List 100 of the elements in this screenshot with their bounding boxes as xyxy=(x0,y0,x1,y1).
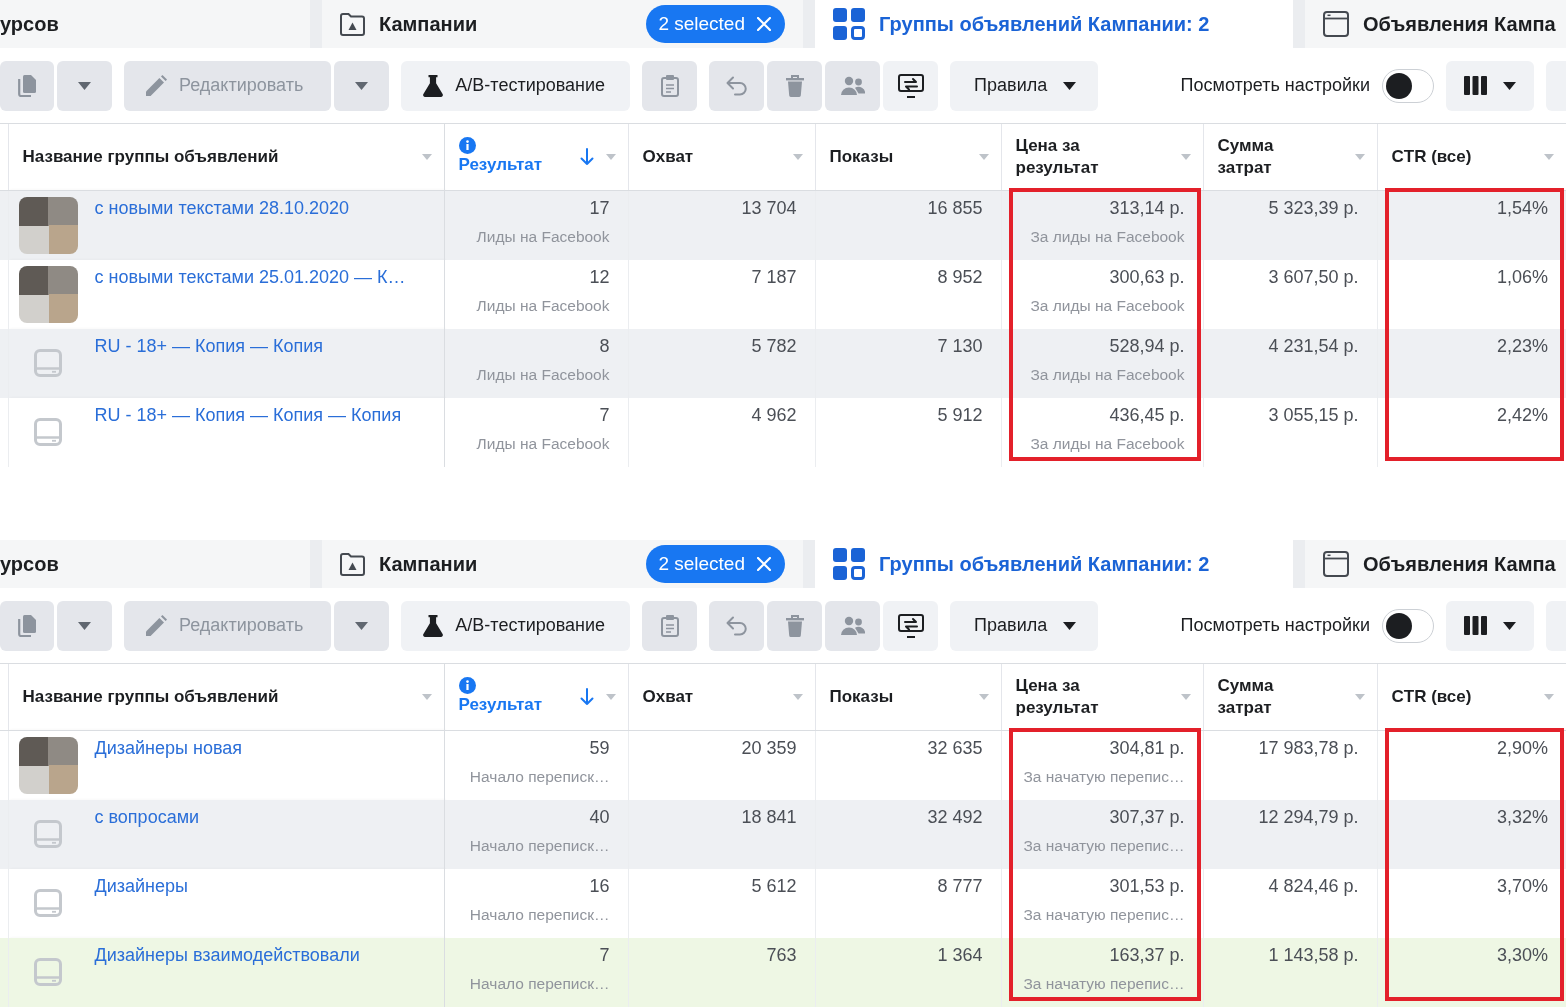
selection-chip[interactable]: 2 selected xyxy=(646,545,785,583)
tab[interactable]: урсов xyxy=(0,0,310,48)
caret-icon xyxy=(78,621,91,630)
undo-icon xyxy=(725,75,748,96)
cell-note: Лиды на Facebook xyxy=(476,227,610,245)
caret-icon xyxy=(605,153,616,160)
tab[interactable]: Кампании 2 selected xyxy=(322,0,803,48)
cell-note: Начало переписк… xyxy=(469,767,610,785)
cell-value: 8 777 xyxy=(937,875,983,896)
close-icon xyxy=(757,17,771,31)
caret-icon xyxy=(1544,153,1554,160)
window-icon xyxy=(1323,11,1349,37)
column-header[interactable]: CTR (все) xyxy=(1377,664,1566,730)
column-header[interactable]: Охват xyxy=(628,124,815,190)
tab[interactable]: Группы объявлений Кампании: 2 xyxy=(815,0,1293,48)
column-header[interactable]: Сумма затрат xyxy=(1203,664,1377,730)
ab-test-button[interactable]: A/B-тестирование xyxy=(401,600,631,651)
column-header[interactable]: Результат xyxy=(444,664,628,730)
ab-test-button[interactable]: A/B-тестирование xyxy=(401,60,631,111)
column-header[interactable]: Цена за результат xyxy=(1001,664,1203,730)
cell-value: 17 xyxy=(589,197,610,218)
columns-icon xyxy=(1464,616,1487,635)
cell-value: 12 294,79 р. xyxy=(1258,806,1359,827)
column-header[interactable]: Показы xyxy=(815,124,1001,190)
cell-note: Лиды на Facebook xyxy=(476,365,610,383)
people-icon xyxy=(840,615,865,636)
tab[interactable]: Группы объявлений Кампании: 2 xyxy=(815,540,1293,588)
cell-value: 3 055,15 р. xyxy=(1268,404,1359,425)
column-header[interactable]: CTR (все) xyxy=(1377,124,1566,190)
caret-icon xyxy=(1544,693,1554,700)
column-header[interactable]: Сумма затрат xyxy=(1203,124,1377,190)
cell-note: За лиды на Facebook xyxy=(1030,434,1185,452)
cell-value: 32 635 xyxy=(927,737,983,758)
info-icon xyxy=(458,137,476,155)
cell-value: 7 187 xyxy=(751,266,797,287)
tab[interactable]: Объявления Кампа xyxy=(1305,0,1566,48)
clipboard-icon xyxy=(660,74,679,97)
tab[interactable]: Кампании 2 selected xyxy=(322,540,803,588)
undo-icon xyxy=(725,615,748,636)
swap-button[interactable] xyxy=(883,600,939,651)
info-icon xyxy=(458,677,476,695)
cell-value: 763 xyxy=(766,944,797,965)
folder-icon xyxy=(340,12,365,36)
caret-icon xyxy=(1503,81,1516,90)
caret-icon xyxy=(792,693,803,700)
cell-note: За лиды на Facebook xyxy=(1030,296,1185,314)
ad-set-link[interactable]: с вопросами xyxy=(94,805,200,828)
cell-value: 4 962 xyxy=(751,404,797,425)
selection-chip[interactable]: 2 selected xyxy=(646,5,785,43)
cell-value: 3 607,50 р. xyxy=(1268,266,1359,287)
ad-set-link[interactable]: RU - 18+ — Копия — Копия — Копия xyxy=(94,403,402,426)
ad-set-link[interactable]: Дизайнеры новая xyxy=(94,736,243,759)
cell-value: 8 952 xyxy=(937,266,983,287)
tab[interactable]: урсов xyxy=(0,540,310,588)
swap-button[interactable] xyxy=(883,60,939,111)
rules-button[interactable]: Правила xyxy=(950,600,1099,651)
cell-value: 1 143,58 р. xyxy=(1268,944,1359,965)
column-header[interactable]: Показы xyxy=(815,664,1001,730)
caret-icon xyxy=(421,153,432,160)
cell-value: 16 xyxy=(589,875,610,896)
caret-icon xyxy=(1354,693,1365,700)
cell-value: 17 983,78 р. xyxy=(1258,737,1359,758)
caret-icon xyxy=(1063,621,1077,630)
columns-button[interactable] xyxy=(1446,600,1534,651)
columns-button[interactable] xyxy=(1446,60,1534,111)
toggle-label: Посмотреть настройки xyxy=(1180,74,1370,97)
cell-value: 3,30% xyxy=(1496,944,1548,965)
column-header[interactable]: Цена за результат xyxy=(1001,124,1203,190)
column-header[interactable]: Охват xyxy=(628,664,815,730)
cell-note: Лиды на Facebook xyxy=(476,296,610,314)
rules-button[interactable]: Правила xyxy=(950,60,1099,111)
column-header[interactable]: Название группы объявлений xyxy=(8,664,444,730)
cell-value: 163,37 р. xyxy=(1109,944,1185,965)
cell-note: Начало переписк… xyxy=(469,974,610,992)
cell-value: 436,45 р. xyxy=(1109,404,1185,425)
column-header[interactable]: Название группы объявлений xyxy=(8,124,444,190)
caret-icon xyxy=(355,621,369,630)
copy-icon xyxy=(17,614,37,637)
caret-icon xyxy=(792,153,803,160)
tablet-icon xyxy=(34,889,62,917)
ad-set-link[interactable]: Дизайнеры xyxy=(94,874,188,897)
ad-set-link[interactable]: с новыми текстами 28.10.2020 xyxy=(94,196,350,219)
cell-value: 32 492 xyxy=(927,806,983,827)
screen-arrows-icon xyxy=(897,613,924,638)
column-header[interactable]: Результат xyxy=(444,124,628,190)
ad-set-link[interactable]: с новыми текстами 25.01.2020 — К… xyxy=(94,265,406,288)
screen-arrows-icon xyxy=(897,73,924,98)
pencil-icon xyxy=(146,615,167,636)
caret-icon xyxy=(978,153,989,160)
tablet-icon xyxy=(34,820,62,848)
ad-set-link[interactable]: RU - 18+ — Копия — Копия xyxy=(94,334,324,357)
tab[interactable]: Объявления Кампа xyxy=(1305,540,1566,588)
cell-value: 7 xyxy=(599,944,610,965)
caret-icon xyxy=(1063,81,1077,90)
toggle-switch[interactable] xyxy=(1382,68,1434,103)
toggle-switch[interactable] xyxy=(1382,608,1434,643)
cell-value: 304,81 р. xyxy=(1109,737,1185,758)
clipboard-icon xyxy=(660,614,679,637)
people-icon xyxy=(840,75,865,96)
cell-value: 3,70% xyxy=(1496,875,1548,896)
